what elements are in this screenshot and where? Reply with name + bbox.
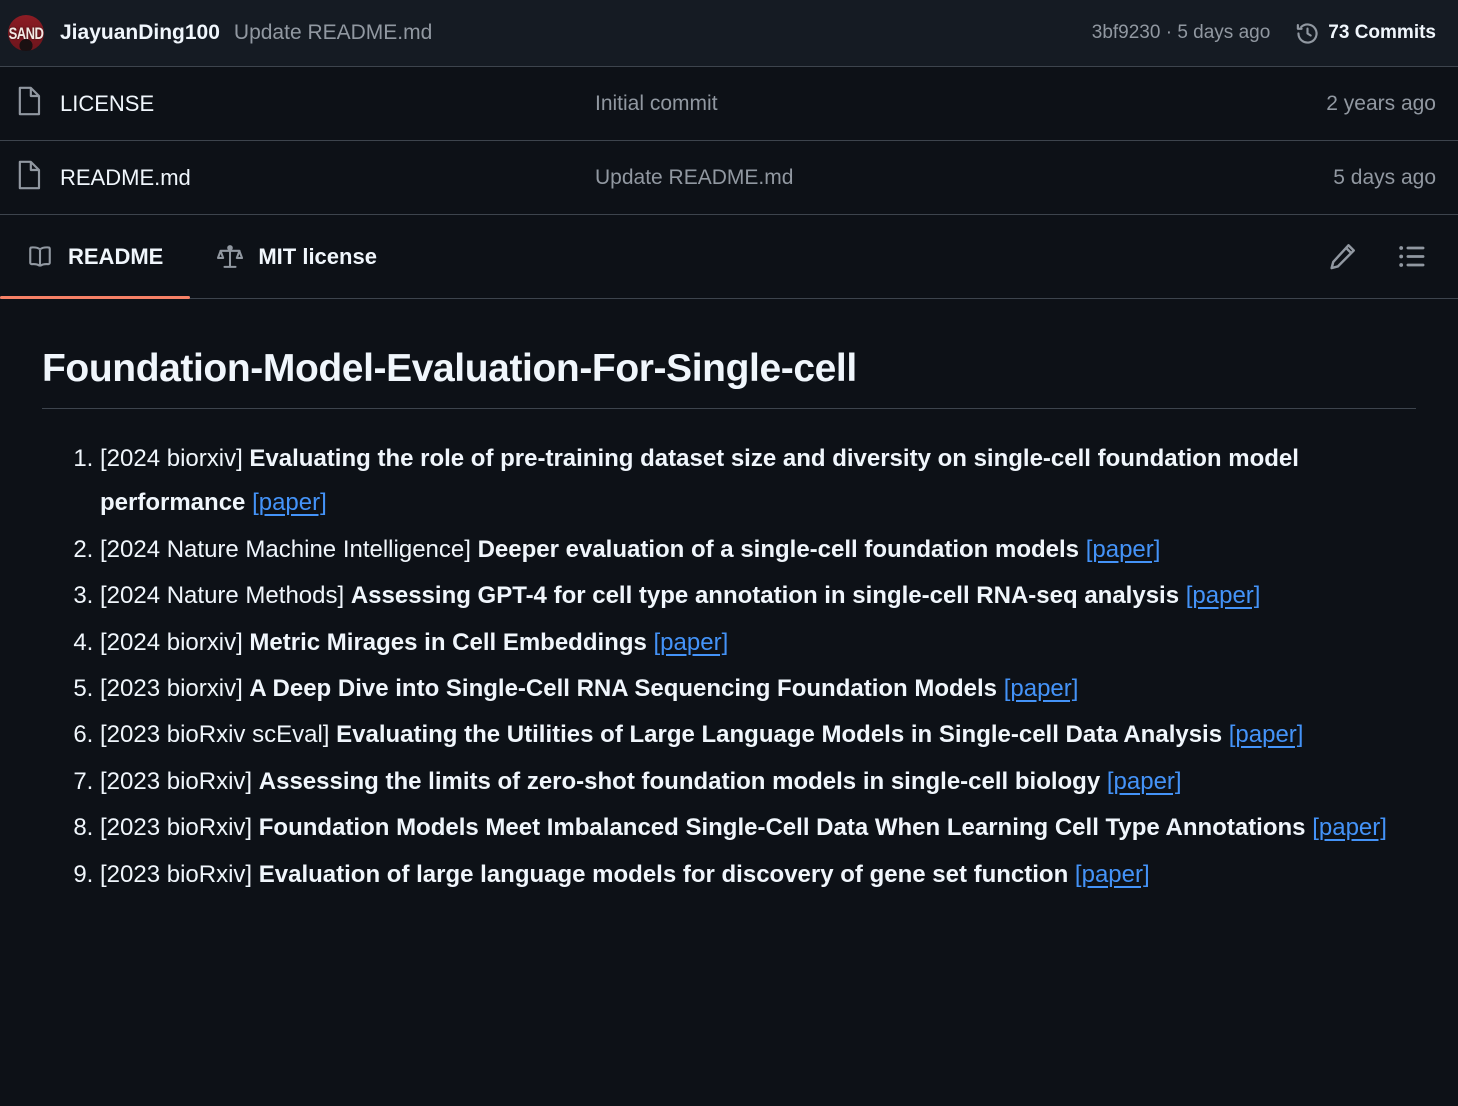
avatar[interactable]: SAND (8, 15, 44, 51)
list-item: [2023 biorxiv] A Deep Dive into Single-C… (100, 667, 1416, 711)
tab-readme-label: README (68, 243, 164, 269)
paper-link[interactable]: [paper] (1229, 721, 1304, 748)
paper-venue: [2024 biorxiv] (100, 445, 250, 472)
paper-link[interactable]: [paper] (1075, 861, 1150, 888)
paper-link[interactable]: [paper] (1004, 675, 1079, 702)
paper-venue: [2023 bioRxiv scEval] (100, 721, 337, 749)
commit-sha-and-time[interactable]: 3bf9230 · 5 days ago (1092, 22, 1271, 44)
avatar-text: SAND (8, 23, 44, 43)
paper-link[interactable]: [paper] (1107, 768, 1182, 795)
table-row[interactable]: README.md Update README.md 5 days ago (0, 141, 1458, 215)
paper-venue: [2023 biorxiv] (100, 674, 250, 702)
repository-page: SAND JiayuanDing100 Update README.md 3bf… (0, 0, 1458, 1106)
latest-commit-header: SAND JiayuanDing100 Update README.md 3bf… (0, 0, 1458, 67)
commits-count-link[interactable]: 73 Commits (1296, 22, 1436, 45)
file-commit-time: 2 years ago (1326, 91, 1436, 115)
file-commit-time: 5 days ago (1333, 165, 1436, 189)
paper-link[interactable]: [paper] (1086, 536, 1161, 563)
page-title: Foundation-Model-Evaluation-For-Single-c… (42, 347, 1416, 409)
paper-venue: [2024 biorxiv] (100, 628, 250, 656)
file-icon (16, 160, 43, 195)
paper-title: Deeper evaluation of a single-cell found… (477, 535, 1080, 563)
commit-author-link[interactable]: JiayuanDing100 (60, 21, 220, 45)
paper-venue: [2023 bioRxiv] (100, 860, 259, 888)
paper-venue: [2023 bioRxiv] (100, 767, 259, 795)
edit-pencil-icon[interactable] (1328, 242, 1357, 271)
book-icon (27, 244, 53, 270)
readme-tabbar: README MIT license (0, 215, 1458, 299)
list-item: [2024 biorxiv] Evaluating the role of pr… (100, 437, 1416, 526)
table-row[interactable]: LICENSE Initial commit 2 years ago (0, 67, 1458, 141)
paper-venue: [2023 bioRxiv] (100, 814, 259, 842)
paper-link[interactable]: [paper] (1312, 814, 1387, 841)
paper-link[interactable]: [paper] (1186, 582, 1261, 609)
paper-title: Evaluating the Utilities of Large Langua… (336, 721, 1223, 749)
file-list: LICENSE Initial commit 2 years ago READM… (0, 67, 1458, 215)
list-item: [2023 bioRxiv] Evaluation of large langu… (100, 853, 1416, 897)
file-name-link[interactable]: LICENSE (60, 91, 595, 117)
commit-header-right: 3bf9230 · 5 days ago 73 Commits (1092, 22, 1436, 45)
tab-mit-license[interactable]: MIT license (190, 215, 404, 298)
paper-title: Metric Mirages in Cell Embeddings (249, 628, 647, 656)
paper-link[interactable]: [paper] (252, 489, 327, 516)
paper-venue: [2024 Nature Machine Intelligence] (100, 535, 478, 563)
file-name-link[interactable]: README.md (60, 165, 595, 191)
readme-actions (1328, 242, 1436, 271)
paper-list: [2024 biorxiv] Evaluating the role of pr… (42, 437, 1416, 897)
tab-readme[interactable]: README (0, 215, 191, 299)
file-commit-message[interactable]: Initial commit (595, 92, 1326, 116)
paper-title: Foundation Models Meet Imbalanced Single… (258, 814, 1306, 842)
readme-content: Foundation-Model-Evaluation-For-Single-c… (0, 299, 1458, 897)
paper-title: Evaluation of large language models for … (258, 860, 1069, 888)
tab-mit-license-label: MIT license (258, 243, 377, 269)
list-item: [2023 bioRxiv] Assessing the limits of z… (100, 760, 1416, 804)
outline-list-icon[interactable] (1397, 242, 1426, 271)
list-item: [2024 Nature Methods] Assessing GPT-4 fo… (100, 574, 1416, 618)
scales-icon (217, 244, 244, 270)
commits-count-label: 73 Commits (1328, 22, 1436, 43)
history-clock-icon (1296, 22, 1319, 45)
paper-link[interactable]: [paper] (654, 629, 729, 656)
paper-venue: [2024 Nature Methods] (100, 582, 351, 610)
file-icon (16, 86, 43, 121)
list-item: [2024 Nature Machine Intelligence] Deepe… (100, 528, 1416, 572)
file-commit-message[interactable]: Update README.md (595, 166, 1333, 190)
paper-title: Assessing the limits of zero-shot founda… (258, 767, 1101, 795)
list-item: [2023 bioRxiv scEval] Evaluating the Uti… (100, 713, 1416, 757)
commit-message[interactable]: Update README.md (234, 21, 432, 45)
paper-title: A Deep Dive into Single-Cell RNA Sequenc… (249, 674, 998, 702)
paper-title: Assessing GPT-4 for cell type annotation… (350, 582, 1180, 610)
list-item: [2023 bioRxiv] Foundation Models Meet Im… (100, 806, 1416, 850)
list-item: [2024 biorxiv] Metric Mirages in Cell Em… (100, 621, 1416, 665)
